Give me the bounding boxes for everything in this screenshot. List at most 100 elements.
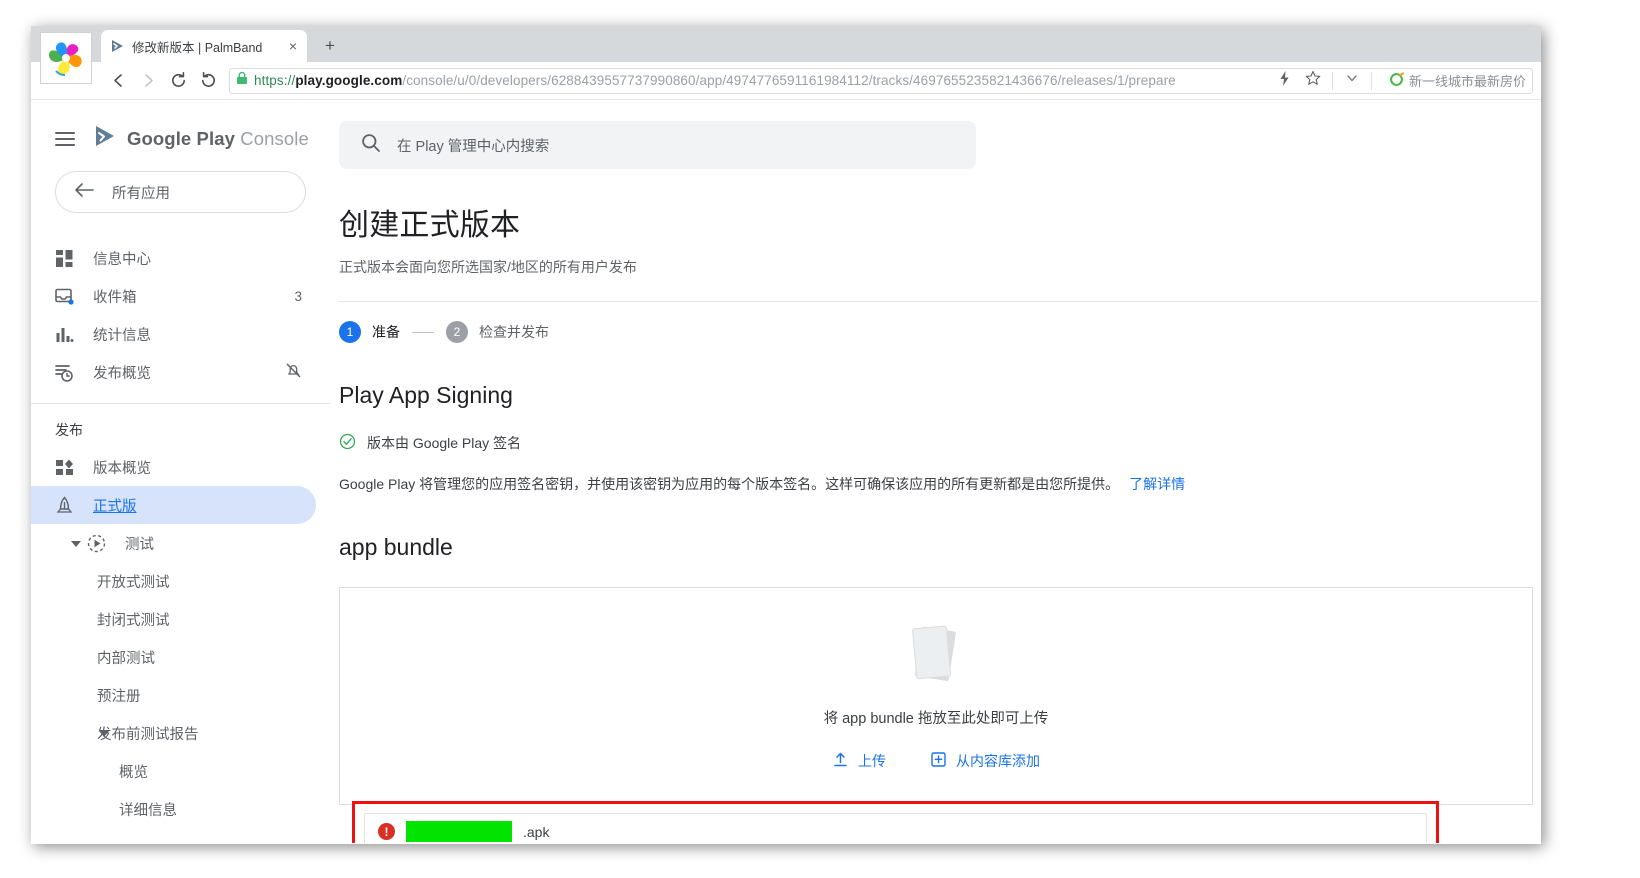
sidebar-item-plr-overview[interactable]: 概览 — [31, 752, 316, 790]
sidebar-item-label: 发布前测试报告 — [97, 723, 302, 744]
sidebar-item-statistics[interactable]: 统计信息 — [31, 315, 316, 353]
search-input[interactable]: 在 Play 管理中心内搜索 — [339, 121, 976, 169]
close-icon[interactable]: × — [285, 38, 301, 54]
all-apps-label: 所有应用 — [112, 182, 170, 203]
step-2-label[interactable]: 检查并发布 — [479, 322, 549, 342]
sidebar-item-label: 详细信息 — [119, 799, 302, 820]
chevron-down-icon[interactable] — [71, 541, 81, 547]
toolbar-divider-2 — [1371, 72, 1372, 90]
browser-tab[interactable]: 修改新版本 | PalmBand × — [101, 30, 307, 62]
notifications-off-icon[interactable] — [285, 362, 302, 382]
inbox-icon — [55, 286, 75, 306]
search-placeholder: 在 Play 管理中心内搜索 — [397, 135, 549, 156]
main-content: 在 Play 管理中心内搜索 创建正式版本 正式版本会面向您所选国家/地区的所有… — [330, 100, 1541, 843]
sidebar-item-internal-testing[interactable]: 内部测试 — [31, 638, 316, 676]
sidebar-item-label: 版本概览 — [93, 457, 302, 478]
sidebar-item-open-testing[interactable]: 开放式测试 — [31, 562, 316, 600]
sidebar-item-label: 测试 — [125, 533, 302, 554]
sidebar: Google Play Console 所有应用 — [31, 100, 330, 843]
inbox-count: 3 — [294, 289, 302, 304]
chevron-down-icon[interactable] — [1341, 71, 1363, 90]
url-text: https://play.google.com/console/u/0/deve… — [254, 73, 1268, 88]
url-scheme: https:// — [254, 73, 295, 88]
sidebar-item-label: 概览 — [119, 761, 302, 782]
step-2-number[interactable]: 2 — [446, 321, 468, 343]
back-button[interactable] — [103, 66, 133, 96]
app-bundle-heading: app bundle — [339, 534, 1541, 561]
brand-text: Google Play Console — [127, 128, 309, 150]
sidebar-item-label: 开放式测试 — [97, 571, 302, 592]
sidebar-item-plr-details[interactable]: 详细信息 — [31, 790, 316, 828]
browser-tab-strip: 修改新版本 | PalmBand × + — [31, 26, 1541, 62]
sidebar-item-inbox[interactable]: 收件箱 3 — [31, 277, 316, 315]
play-app-signing-heading: Play App Signing — [339, 382, 1541, 409]
screenshot-root: 修改新版本 | PalmBand × + — [0, 0, 1640, 878]
all-apps-button[interactable]: 所有应用 — [55, 171, 306, 213]
page-subtitle: 正式版本会面向您所选国家/地区的所有用户发布 — [339, 257, 1541, 277]
sidebar-primary-nav: 信息中心 收件箱 3 — [31, 239, 330, 391]
add-from-library-icon — [930, 751, 947, 771]
restore-button[interactable] — [193, 66, 223, 96]
reload-button[interactable] — [163, 66, 193, 96]
step-1-number[interactable]: 1 — [339, 321, 361, 343]
360-circle-icon — [1389, 72, 1404, 90]
stats-icon — [55, 324, 75, 344]
stepper-connector — [412, 332, 434, 333]
play-console-favicon — [110, 38, 126, 54]
chevron-down-icon[interactable] — [99, 731, 109, 737]
star-icon[interactable] — [1302, 70, 1324, 91]
upload-button[interactable]: 上传 — [832, 751, 886, 771]
sidebar-item-label: 预注册 — [97, 685, 302, 706]
production-icon — [55, 495, 75, 515]
url-path: /console/u/0/developers/6288439557737990… — [402, 73, 1175, 88]
error-icon: ! — [378, 823, 395, 840]
add-from-library-label: 从内容库添加 — [956, 751, 1040, 771]
address-bar[interactable]: https://play.google.com/console/u/0/deve… — [229, 68, 1533, 94]
apk-file-row[interactable]: ! .apk — [364, 813, 1427, 843]
signing-status: 版本由 Google Play 签名 — [339, 433, 1541, 453]
app-bundle-dropzone[interactable]: 将 app bundle 拖放至此处即可上传 上传 — [339, 587, 1533, 805]
sidebar-item-pre-launch-report[interactable]: 发布前测试报告 — [31, 714, 316, 752]
sidebar-release-nav: 版本概览 正式版 — [31, 448, 330, 828]
page-content: Google Play Console 所有应用 — [31, 100, 1541, 843]
sidebar-item-closed-testing[interactable]: 封闭式测试 — [31, 600, 316, 638]
publishing-overview-icon — [55, 362, 75, 382]
upload-label: 上传 — [858, 751, 886, 771]
step-1-label[interactable]: 准备 — [372, 322, 400, 342]
bookmark-item[interactable]: 新一线城市最新房价 — [1380, 71, 1526, 90]
dropzone-text: 将 app bundle 拖放至此处即可上传 — [824, 707, 1049, 728]
sidebar-item-pre-registration[interactable]: 预注册 — [31, 676, 316, 714]
signing-description: Google Play 将管理您的应用签名密钥，并使用该密钥为应用的每个版本签名… — [339, 476, 1119, 492]
sidebar-item-label: 发布概览 — [93, 362, 267, 383]
browser-toolbar: https://play.google.com/console/u/0/deve… — [31, 62, 1541, 100]
new-tab-button[interactable]: + — [319, 35, 341, 57]
brand-bold: Google Play — [127, 128, 235, 149]
forward-button[interactable] — [133, 66, 163, 96]
add-from-library-button[interactable]: 从内容库添加 — [930, 751, 1040, 771]
sidebar-item-production[interactable]: 正式版 — [31, 486, 316, 524]
sidebar-item-publishing-overview[interactable]: 发布概览 — [31, 353, 316, 391]
browser-tab-title: 修改新版本 | PalmBand — [132, 37, 279, 56]
sidebar-item-testing[interactable]: 测试 — [31, 524, 316, 562]
brand[interactable]: Google Play Console — [91, 122, 309, 155]
redacted-filename — [406, 821, 512, 842]
sidebar-item-label: 封闭式测试 — [97, 609, 302, 630]
browser-window: 修改新版本 | PalmBand × + — [31, 26, 1541, 844]
documents-stack-icon — [905, 621, 967, 693]
arrow-left-icon — [74, 182, 94, 202]
check-circle-icon — [339, 433, 356, 453]
lightning-icon[interactable] — [1274, 71, 1296, 91]
sidebar-group-label: 发布 — [31, 404, 330, 448]
lock-icon — [236, 71, 248, 90]
sidebar-item-label: 统计信息 — [93, 324, 302, 345]
search-icon — [361, 133, 381, 158]
browser-logo-icon — [40, 32, 92, 84]
dropzone-actions: 上传 从内容库添加 — [832, 751, 1040, 771]
testing-icon — [87, 533, 107, 553]
section-divider — [339, 301, 1539, 302]
sidebar-item-label: 内部测试 — [97, 647, 302, 668]
hamburger-icon[interactable] — [55, 132, 75, 146]
sidebar-item-dashboard[interactable]: 信息中心 — [31, 239, 316, 277]
sidebar-item-release-overview[interactable]: 版本概览 — [31, 448, 316, 486]
signing-learn-more-link[interactable]: 了解详情 — [1129, 476, 1185, 492]
